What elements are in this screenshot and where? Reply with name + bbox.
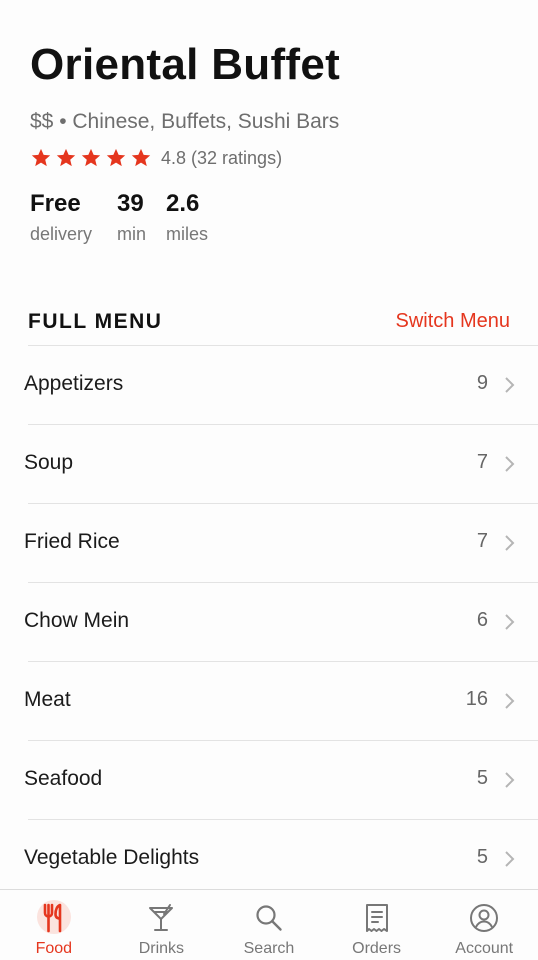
- menu-category-fried-rice[interactable]: Fried Rice 7: [24, 503, 538, 582]
- category-label: Soup: [24, 451, 74, 474]
- menu-category-meat[interactable]: Meat 16: [24, 661, 538, 740]
- category-count: 6: [476, 609, 488, 631]
- stat-time: 39 min: [117, 190, 166, 245]
- menu-title: FULL MENU: [28, 310, 163, 333]
- store-meta: $$ • Chinese, Buffets, Sushi Bars: [30, 110, 340, 133]
- menu-category-vegetable-delights[interactable]: Vegetable Delights 5: [24, 819, 538, 898]
- stat-label: min: [117, 224, 147, 244]
- cocktail-icon: [145, 902, 177, 934]
- rating-row: 4.8 (32 ratings): [30, 146, 282, 170]
- chevron-right-icon: [505, 535, 515, 551]
- receipt-icon: [361, 902, 393, 934]
- category-label: Fried Rice: [24, 530, 120, 553]
- chevron-right-icon: [505, 772, 515, 788]
- bottom-tab-bar: Food Drinks Search Orders Account: [0, 889, 538, 960]
- star-rating: [30, 147, 152, 169]
- chevron-right-icon: [505, 456, 515, 472]
- tab-label: Food: [35, 940, 73, 957]
- menu-header: FULL MENU Switch Menu: [28, 310, 510, 338]
- star-icon: [56, 148, 76, 167]
- menu-category-list: Appetizers 9 Soup 7 Fried Rice 7 Chow Me…: [0, 345, 538, 898]
- category-count: 5: [476, 767, 488, 789]
- category-label: Meat: [24, 688, 71, 711]
- menu-category-seafood[interactable]: Seafood 5: [24, 740, 538, 819]
- chevron-right-icon: [505, 377, 515, 393]
- search-icon: [253, 902, 285, 934]
- tab-food[interactable]: Food: [0, 890, 108, 960]
- category-label: Chow Mein: [24, 609, 130, 632]
- stat-value: 39: [117, 190, 144, 217]
- tab-drinks[interactable]: Drinks: [108, 890, 216, 960]
- category-count: 5: [476, 846, 488, 868]
- rating-text: 4.8 (32 ratings): [161, 147, 283, 168]
- category-count: 16: [465, 688, 488, 710]
- category-count: 7: [476, 451, 488, 473]
- category-count: 7: [476, 530, 488, 552]
- star-icon: [106, 148, 126, 167]
- tab-label: Orders: [352, 940, 402, 957]
- fork-knife-icon: [38, 902, 70, 934]
- stat-value: 2.6: [166, 190, 200, 217]
- tab-label: Account: [455, 940, 514, 957]
- account-icon: [468, 902, 500, 934]
- chevron-right-icon: [505, 614, 515, 630]
- tab-label: Search: [243, 940, 295, 957]
- category-label: Appetizers: [24, 372, 124, 395]
- tab-search[interactable]: Search: [215, 890, 323, 960]
- menu-category-chow-mein[interactable]: Chow Mein 6: [24, 582, 538, 661]
- category-label: Vegetable Delights: [24, 846, 200, 869]
- star-icon: [31, 148, 51, 167]
- star-icon: [81, 148, 101, 167]
- chevron-right-icon: [505, 851, 515, 867]
- category-count: 9: [476, 372, 488, 394]
- delivery-stats: Free delivery 39 min 2.6 miles: [30, 190, 208, 245]
- stat-distance: 2.6 miles: [166, 190, 208, 245]
- stat-delivery: Free delivery: [30, 190, 117, 245]
- menu-category-soup[interactable]: Soup 7: [24, 424, 538, 503]
- store-title: Oriental Buffet: [30, 40, 341, 89]
- switch-menu-link[interactable]: Switch Menu: [396, 310, 511, 333]
- menu-category-appetizers[interactable]: Appetizers 9: [24, 345, 538, 424]
- tab-label: Drinks: [138, 940, 185, 957]
- star-icon: [131, 148, 151, 167]
- stat-label: miles: [166, 224, 209, 244]
- category-label: Seafood: [24, 767, 103, 790]
- stat-label: delivery: [30, 224, 93, 244]
- tab-account[interactable]: Account: [430, 890, 538, 960]
- tab-orders[interactable]: Orders: [323, 890, 431, 960]
- chevron-right-icon: [505, 693, 515, 709]
- stat-value: Free: [30, 190, 81, 217]
